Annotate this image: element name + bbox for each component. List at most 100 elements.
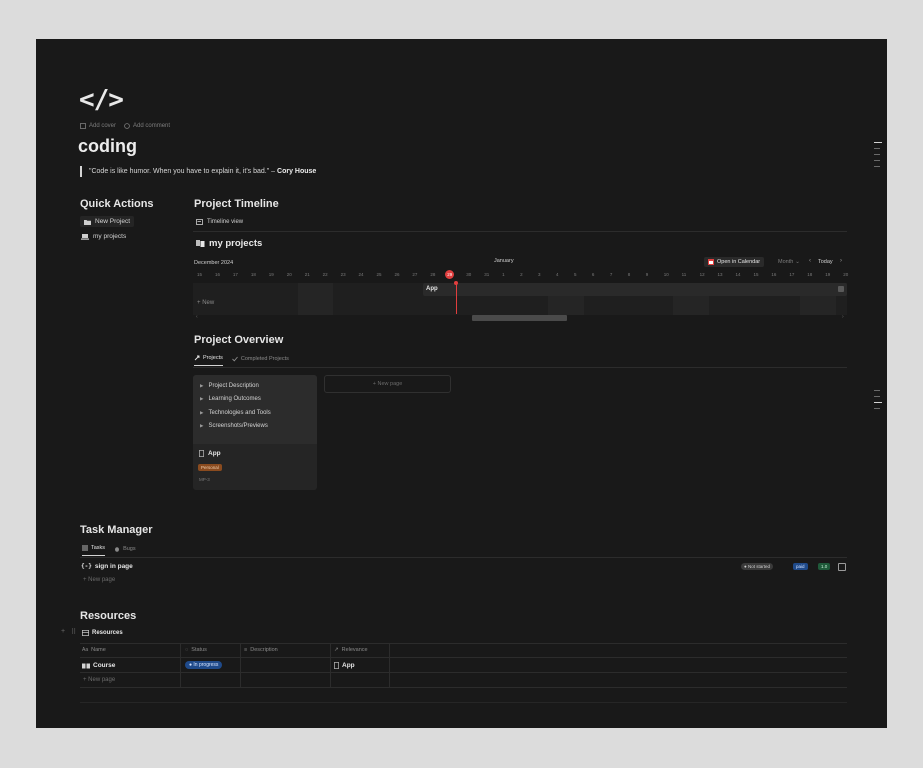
- task-row-sign-in-page[interactable]: {-} sign in page: [81, 563, 133, 570]
- task-done-checkbox[interactable]: [838, 563, 846, 571]
- column-header-label: Status: [191, 647, 207, 653]
- my-projects-db-title[interactable]: my projects: [196, 238, 262, 249]
- toggle-list: ▶ Project Description ▶ Learning Outcomes …: [200, 379, 271, 433]
- timeline-item-bar[interactable]: App: [423, 283, 847, 296]
- timeline-day-label: 16: [771, 272, 777, 277]
- tab-completed-projects[interactable]: Completed Projects: [232, 355, 289, 366]
- overview-divider: [193, 367, 847, 368]
- toggle-project-description[interactable]: ▶ Project Description: [200, 379, 271, 393]
- column-divider: [240, 643, 241, 687]
- drag-handle-icon[interactable]: ⠿: [71, 628, 76, 636]
- today-day-marker: 29: [445, 270, 455, 279]
- toggle-technologies-tools[interactable]: ▶ Technologies and Tools: [200, 406, 271, 420]
- quote-block[interactable]: "Code is like humor. When you have to ex…: [80, 166, 316, 177]
- column-divider: [180, 643, 181, 687]
- project-overview-heading: Project Overview: [194, 334, 284, 346]
- add-block-plus-icon[interactable]: +: [61, 628, 65, 635]
- open-item-icon[interactable]: [838, 286, 844, 292]
- timeline-day-label: 20: [843, 272, 849, 277]
- scroll-right-arrow-icon[interactable]: ›: [842, 314, 844, 320]
- timeline-day-label: 24: [358, 272, 364, 277]
- card-title: App: [199, 450, 221, 457]
- column-divider: [389, 643, 390, 687]
- timeline-view-tab[interactable]: Timeline view: [196, 219, 243, 225]
- scroll-left-arrow-icon[interactable]: ‹: [196, 314, 198, 320]
- today-button[interactable]: Today: [818, 259, 833, 265]
- task-version-badge: 1.0: [818, 563, 831, 570]
- timeline-day-label: 26: [394, 272, 400, 277]
- tab-projects[interactable]: Projects: [194, 355, 223, 366]
- resource-status-badge[interactable]: ● In progress: [185, 661, 223, 669]
- new-project-button[interactable]: New Project: [80, 216, 135, 227]
- status-dot-icon: ●: [744, 564, 747, 569]
- table-of-contents-marks-lower[interactable]: [874, 390, 882, 414]
- today-line-dot: [454, 281, 458, 285]
- plus-icon: +: [197, 300, 201, 306]
- quick-actions-heading: Quick Actions: [80, 198, 154, 210]
- next-arrow-icon[interactable]: ›: [840, 258, 842, 264]
- toggle-label: Screenshots/Previews: [208, 423, 268, 430]
- task-new-page-button[interactable]: + New page: [83, 577, 115, 583]
- column-header-label: Name: [91, 647, 106, 653]
- my-projects-link[interactable]: my projects: [81, 233, 126, 240]
- task-status-badge: ● Not started: [741, 563, 773, 570]
- resources-new-page-button[interactable]: + New page: [83, 677, 115, 683]
- page-code-icon[interactable]: </>: [79, 85, 124, 115]
- timeline-day-label: 12: [699, 272, 705, 277]
- calendar-icon: [708, 259, 714, 265]
- task-tabs: Tasks Bugs: [82, 545, 136, 556]
- resources-db-title[interactable]: Resources: [82, 630, 123, 636]
- timeline-icon: [196, 219, 203, 225]
- open-in-calendar-button[interactable]: Open in Calendar: [704, 257, 765, 267]
- task-divider: [80, 557, 847, 558]
- toggle-learning-outcomes[interactable]: ▶ Learning Outcomes: [200, 393, 271, 407]
- timeline-horizontal-scrollbar[interactable]: [472, 315, 567, 321]
- timeline-day-label: 9: [645, 272, 649, 277]
- notion-page-window: </> Add cover Add comment coding "Code i…: [36, 39, 887, 728]
- timeline-day-label: 16: [214, 272, 220, 277]
- column-header-relevance[interactable]: ↗ Relevance: [334, 647, 368, 653]
- toggle-screenshots-previews[interactable]: ▶ Screenshots/Previews: [200, 420, 271, 434]
- prev-arrow-icon[interactable]: ‹: [809, 258, 811, 264]
- tab-bugs[interactable]: Bugs: [114, 545, 136, 556]
- new-project-label: New Project: [95, 218, 131, 225]
- task-tag-paid: paid: [793, 563, 808, 570]
- timeline-day-label: 7: [609, 272, 613, 277]
- book-icon: [82, 663, 90, 668]
- timeline-day-label: 10: [663, 272, 669, 277]
- resource-row-name[interactable]: Course: [82, 662, 115, 669]
- page-title[interactable]: coding: [78, 136, 137, 157]
- resource-relevance-link[interactable]: App: [334, 662, 355, 669]
- text-property-icon: Aa: [82, 647, 89, 653]
- page-actions-bar: Add cover Add comment: [80, 123, 170, 129]
- column-header-label: Relevance: [341, 647, 368, 653]
- overview-tabs: Projects Completed Projects: [194, 355, 289, 366]
- add-comment-label: Add comment: [133, 123, 171, 129]
- resource-name-text: Course: [93, 662, 116, 669]
- status-property-icon: ◌: [185, 647, 189, 653]
- timeline-new-label: New: [202, 300, 215, 306]
- list-icon: [82, 545, 88, 551]
- timeline-day-label: 19: [268, 272, 274, 277]
- resources-new-page-label: New page: [88, 677, 116, 683]
- column-divider: [330, 643, 331, 687]
- column-header-name[interactable]: Aa Name: [82, 647, 106, 653]
- timeline-day-label: 13: [717, 272, 723, 277]
- triangle-right-icon: ▶: [200, 396, 204, 402]
- table-icon: [82, 630, 89, 636]
- add-comment-button[interactable]: Add comment: [124, 123, 170, 129]
- board-new-page-button[interactable]: + New page: [324, 375, 451, 393]
- month-select[interactable]: Month ⌄: [778, 259, 800, 265]
- resource-status-text: In progress: [193, 662, 219, 668]
- timeline-new-button[interactable]: + New: [197, 300, 214, 306]
- project-card[interactable]: ▶ Project Description ▶ Learning Outcomes …: [193, 375, 317, 490]
- timeline-day-label: 14: [735, 272, 741, 277]
- add-cover-button[interactable]: Add cover: [80, 123, 116, 129]
- timeline-day-label: 15: [753, 272, 759, 277]
- column-header-status[interactable]: ◌ Status: [185, 647, 207, 653]
- triangle-right-icon: ▶: [200, 409, 204, 415]
- tab-tasks[interactable]: Tasks: [82, 545, 106, 556]
- table-of-contents-marks[interactable]: [874, 142, 882, 172]
- timeline-day-label: 31: [484, 272, 490, 277]
- column-header-description[interactable]: ≡ Description: [244, 647, 278, 653]
